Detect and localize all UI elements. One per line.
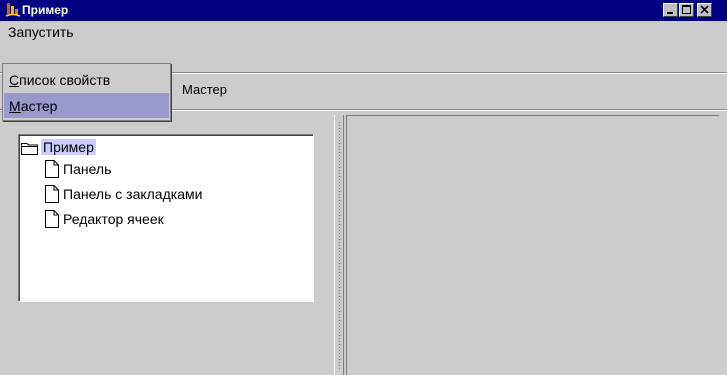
menu-item-wizard[interactable]: Мастер (4, 93, 169, 118)
close-icon (700, 5, 709, 14)
app-icon (5, 3, 21, 17)
menu-item-label: Список свойств (9, 72, 111, 88)
maximize-button[interactable] (679, 3, 694, 17)
maximize-icon (682, 5, 691, 14)
document-icon (45, 210, 59, 228)
menu-bar: Запустить (0, 21, 727, 43)
document-icon (45, 160, 59, 178)
split-divider[interactable] (334, 115, 344, 375)
window-title: Пример (22, 3, 69, 17)
menu-item-property-list[interactable]: Список свойств (4, 67, 169, 92)
tree-view[interactable]: Пример Панель Панель с закладками Редакт… (18, 134, 314, 302)
menu-run[interactable]: Запустить (8, 24, 74, 40)
tree-item-label: Панель с закладками (63, 186, 203, 202)
tree-root-label: Пример (41, 139, 96, 155)
folder-icon (21, 143, 38, 155)
tree-item-label: Редактор ячеек (63, 211, 164, 227)
title-bar[interactable]: Пример (0, 0, 727, 21)
left-pane: Пример Панель Панель с закладками Редакт… (8, 115, 334, 375)
minimize-button[interactable] (663, 3, 678, 17)
divider-grip (338, 121, 341, 371)
document-icon (45, 185, 59, 203)
tab-wizard[interactable]: Мастер (182, 82, 227, 97)
tree-item-label: Панель (63, 161, 112, 177)
menu-item-label: Мастер (9, 98, 58, 114)
right-pane (346, 115, 719, 375)
close-button[interactable] (697, 3, 712, 17)
minimize-icon (667, 12, 673, 14)
run-menu-popup: Список свойств Мастер (2, 63, 171, 121)
